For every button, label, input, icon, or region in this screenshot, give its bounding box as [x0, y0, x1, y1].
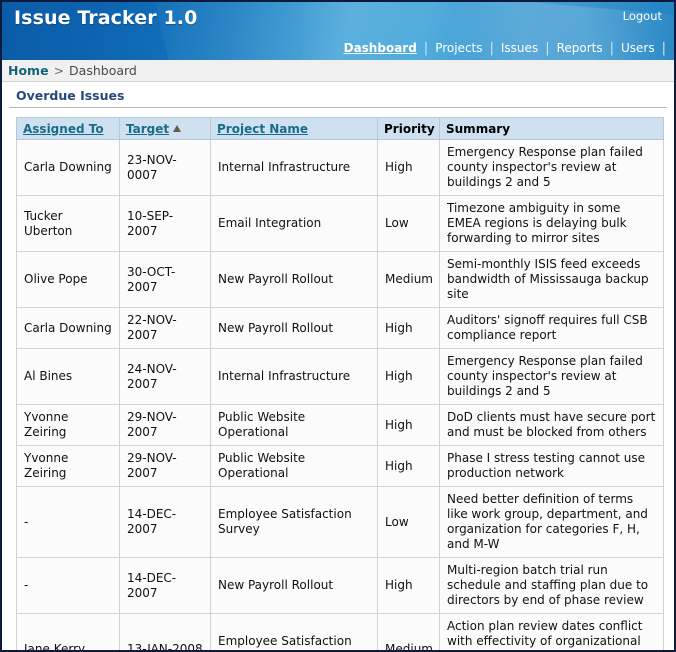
cell-assigned-to: Al Bines — [16, 348, 120, 405]
breadcrumb-current-dashboard: Dashboard — [69, 63, 137, 78]
overdue-issues-table-container: Assigned To Target Project Name Priority… — [2, 108, 674, 650]
page-title: Overdue Issues — [9, 88, 667, 108]
cell-project-name: New Payroll Rollout — [210, 557, 378, 614]
cell-summary: Auditors' signoff requires full CSB comp… — [439, 307, 664, 349]
cell-summary: Semi-monthly ISIS feed exceeds bandwidth… — [439, 251, 664, 308]
nav-item-users[interactable]: Users — [614, 41, 662, 56]
table-row[interactable]: -14-DEC-2007 Employee Satisfaction Survey… — [16, 486, 664, 558]
cell-project-name: New Payroll Rollout — [210, 307, 378, 349]
cell-summary: Need better definition of terms like wor… — [439, 486, 664, 558]
cell-priority: Medium — [377, 613, 440, 650]
cell-summary: Emergency Response plan failed county in… — [439, 139, 664, 196]
cell-assigned-to: Olive Pope — [16, 251, 120, 308]
cell-priority: High — [377, 348, 440, 405]
column-header-target[interactable]: Target — [119, 117, 211, 140]
cell-assigned-to: Jane Kerry — [16, 613, 120, 650]
table-row[interactable]: Jane Kerry 13-JAN-2008 Employee Satisfacti… — [16, 613, 664, 650]
table-row[interactable]: Al Bines 24-NOV-2007 Internal Infrastructu… — [16, 348, 664, 405]
cell-target: 22-NOV-2007 — [119, 307, 211, 349]
cell-summary: Timezone ambiguity in some EMEA regions … — [439, 195, 664, 252]
cell-target: 29-NOV-2007 — [119, 445, 211, 487]
cell-target: 29-NOV-2007 — [119, 404, 211, 446]
breadcrumb-link-home[interactable]: Home — [8, 63, 49, 78]
table-header: Assigned To Target Project Name Priority… — [16, 117, 664, 140]
nav-item-projects[interactable]: Projects — [428, 41, 489, 56]
sort-ascending-icon — [173, 124, 182, 132]
breadcrumb-separator: > — [53, 63, 65, 78]
table-header-row: Assigned To Target Project Name Priority… — [16, 117, 664, 140]
cell-priority: High — [377, 445, 440, 487]
cell-priority: High — [377, 307, 440, 349]
cell-project-name: Employee Satisfaction Survey — [210, 613, 378, 650]
cell-project-name: Email Integration — [210, 195, 378, 252]
cell-target: 14-DEC-2007 — [119, 557, 211, 614]
cell-assigned-to: - — [16, 486, 120, 558]
breadcrumb: Home > Dashboard — [2, 60, 674, 82]
cell-summary: Multi-region batch trial run schedule an… — [439, 557, 664, 614]
cell-priority: Low — [377, 486, 440, 558]
app-window: Issue Tracker 1.0 Logout Dashboard | Pro… — [0, 0, 676, 652]
column-header-priority: Priority — [377, 117, 440, 140]
cell-summary: Emergency Response plan failed county in… — [439, 348, 664, 405]
cell-priority: High — [377, 557, 440, 614]
table-row[interactable]: Yvonne Zeiring 29-NOV-2007 Public Website … — [16, 404, 664, 446]
nav-item-dashboard[interactable]: Dashboard — [337, 41, 424, 56]
cell-assigned-to: - — [16, 557, 120, 614]
sort-link-assigned-to[interactable]: Assigned To — [23, 122, 104, 136]
app-banner: Issue Tracker 1.0 Logout Dashboard | Pro… — [2, 2, 674, 60]
nav-item-reports[interactable]: Reports — [550, 41, 610, 56]
cell-assigned-to: Carla Downing — [16, 139, 120, 196]
cell-project-name: Employee Satisfaction Survey — [210, 486, 378, 558]
table-row[interactable]: -14-DEC-2007 New Payroll Rollout High Multi… — [16, 557, 664, 614]
overdue-issues-table: Assigned To Target Project Name Priority… — [16, 117, 664, 650]
cell-target: 23-NOV-0007 — [119, 139, 211, 196]
cell-priority: High — [377, 139, 440, 196]
main-navigation: Dashboard | Projects | Issues | Reports … — [337, 41, 666, 56]
nav-item-issues[interactable]: Issues — [494, 41, 545, 56]
cell-project-name: Internal Infrastructure — [210, 139, 378, 196]
cell-target: 30-OCT-2007 — [119, 251, 211, 308]
cell-assigned-to: Yvonne Zeiring — [16, 445, 120, 487]
cell-project-name: Internal Infrastructure — [210, 348, 378, 405]
sort-link-target[interactable]: Target — [126, 122, 169, 136]
app-title: Issue Tracker 1.0 — [14, 7, 198, 29]
cell-project-name: New Payroll Rollout — [210, 251, 378, 308]
cell-assigned-to: Carla Downing — [16, 307, 120, 349]
sort-link-project-name[interactable]: Project Name — [217, 122, 308, 136]
cell-target: 13-JAN-2008 — [119, 613, 211, 650]
table-body: Carla Downing 23-NOV-0007 Internal Infrast… — [16, 139, 664, 650]
logout-link[interactable]: Logout — [623, 9, 662, 23]
cell-summary: Action plan review dates conflict with e… — [439, 613, 664, 650]
cell-target: 10-SEP-2007 — [119, 195, 211, 252]
cell-target: 24-NOV-2007 — [119, 348, 211, 405]
cell-summary: DoD clients must have secure port and mu… — [439, 404, 664, 446]
cell-priority: Low — [377, 195, 440, 252]
table-row[interactable]: Carla Downing 22-NOV-2007 New Payroll Roll… — [16, 307, 664, 349]
column-header-assigned-to[interactable]: Assigned To — [16, 117, 120, 140]
cell-project-name: Public Website Operational — [210, 404, 378, 446]
cell-assigned-to: Yvonne Zeiring — [16, 404, 120, 446]
table-row[interactable]: Yvonne Zeiring 29-NOV-2007 Public Website … — [16, 445, 664, 487]
cell-summary: Phase I stress testing cannot use produc… — [439, 445, 664, 487]
cell-assigned-to: Tucker Uberton — [16, 195, 120, 252]
section-container: Overdue Issues — [2, 82, 674, 108]
column-header-project-name[interactable]: Project Name — [210, 117, 378, 140]
cell-priority: High — [377, 404, 440, 446]
cell-project-name: Public Website Operational — [210, 445, 378, 487]
nav-separator: | — [661, 41, 666, 56]
column-header-summary: Summary — [439, 117, 664, 140]
table-row[interactable]: Olive Pope 30-OCT-2007 New Payroll Rollout… — [16, 251, 664, 308]
table-row[interactable]: Carla Downing 23-NOV-0007 Internal Infrast… — [16, 139, 664, 196]
cell-target: 14-DEC-2007 — [119, 486, 211, 558]
cell-priority: Medium — [377, 251, 440, 308]
table-row[interactable]: Tucker Uberton 10-SEP-2007 Email Integrati… — [16, 195, 664, 252]
